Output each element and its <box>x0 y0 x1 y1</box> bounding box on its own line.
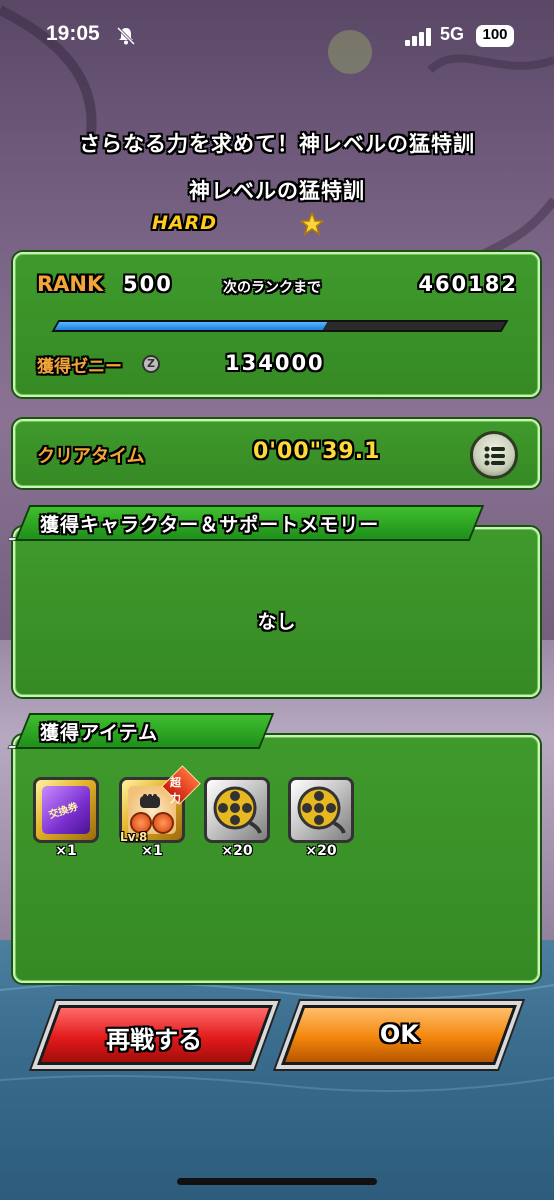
clear-time-value: 0'00"39.1 <box>253 439 381 464</box>
medal-circle <box>152 812 174 834</box>
retry-button[interactable]: 再戦する <box>37 1005 273 1065</box>
clear-time-label: クリアタイム <box>37 446 145 467</box>
film-reel-icon <box>213 786 262 834</box>
home-indicator[interactable] <box>177 1178 377 1185</box>
ticket-text: 交換券 <box>47 801 80 822</box>
retry-button-label: 再戦する <box>106 1026 203 1054</box>
item-frame <box>288 777 354 843</box>
rank-label: RANK <box>37 272 104 296</box>
clear-time-panel: クリアタイム 0'00"39.1 <box>13 419 540 488</box>
item-section-title: 獲得アイテム <box>40 722 159 744</box>
battery-level: 100 <box>482 26 508 43</box>
item-count: ×1 <box>55 843 77 859</box>
battery-icon: 100 <box>476 25 514 47</box>
item-frame <box>204 777 270 843</box>
next-rank-label: 次のランクまで <box>223 280 321 296</box>
item-count: ×20 <box>305 843 337 859</box>
character-panel: なし <box>13 527 540 697</box>
item-slot[interactable]: 超力 Lv.8 ×1 <box>119 765 201 867</box>
rank-panel: RANK 500 次のランクまで 460182 獲得ゼニー Z 134000 <box>13 252 540 397</box>
stage-title: 神レベルの猛特訓 <box>189 179 365 203</box>
exp-progress-bar <box>51 320 509 332</box>
item-frame: 交換券 <box>33 777 99 843</box>
fist-icon <box>140 794 160 808</box>
exchange-ticket-icon: 交換券 <box>42 786 90 834</box>
item-count: ×20 <box>221 843 253 859</box>
item-count: ×1 <box>141 843 163 859</box>
item-slot[interactable]: ×20 <box>288 777 354 867</box>
item-panel: 交換券 ×1 超力 Lv.8 ×1 ×20 ×20 <box>13 735 540 983</box>
exp-progress-fill <box>54 322 327 330</box>
ok-button[interactable]: OK <box>281 1005 517 1065</box>
rank-value: 500 <box>123 272 173 296</box>
network-label: 5G <box>440 24 465 44</box>
item-frame: 超力 Lv.8 <box>119 765 201 844</box>
star-icon <box>300 212 324 236</box>
bell-slash-icon <box>116 26 136 46</box>
next-rank-value: 460182 <box>418 272 518 296</box>
quest-title: さらなる力を求めて！神レベルの猛特訓 <box>79 132 475 156</box>
item-slot[interactable]: ×20 <box>204 777 270 867</box>
item-slot[interactable]: 交換券 ×1 <box>33 777 99 867</box>
difficulty-label: HARD <box>152 212 218 234</box>
character-section-title: 獲得キャラクター＆サポートメモリー <box>40 514 380 536</box>
signal-icon <box>405 28 431 46</box>
zeni-value: 134000 <box>225 351 325 375</box>
ok-button-label: OK <box>379 1020 419 1048</box>
badge-text: 超力 <box>170 776 181 805</box>
zeni-label: 獲得ゼニー <box>37 357 122 377</box>
zeni-icon: Z <box>142 355 160 373</box>
level-label: Lv.8 <box>120 830 148 844</box>
film-reel-icon <box>297 786 346 834</box>
list-icon <box>484 446 505 466</box>
status-time: 19:05 <box>46 22 100 45</box>
details-list-button[interactable] <box>470 431 518 479</box>
empty-text: なし <box>257 611 296 633</box>
status-bar: 19:05 5G 100 <box>0 0 554 70</box>
